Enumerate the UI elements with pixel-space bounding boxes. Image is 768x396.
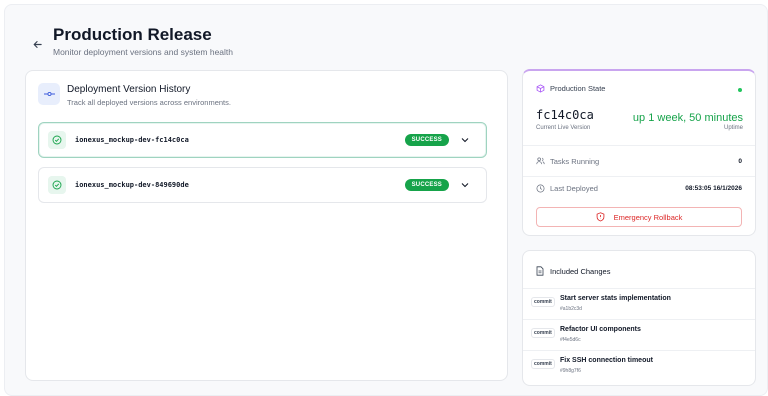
status-dot [738,88,742,92]
included-changes-header: Included Changes [536,266,610,276]
uptime-label: Uptime [723,125,743,131]
version-row[interactable]: ionexus_mockup-dev-fc14c0ca SUCCESS [38,122,487,158]
commit-tag: commit [531,297,555,307]
last-deployed-label: Last Deployed [550,183,598,193]
package-icon [536,84,545,93]
included-changes-title: Included Changes [550,266,611,276]
page-subtitle: Monitor deployment versions and system h… [53,47,234,57]
page: Production Release Monitor deployment ve… [4,4,768,396]
commit-graph-icon [38,83,60,105]
back-arrow-icon[interactable] [27,34,47,54]
last-deployed-value: 08:53:05 16/1/2026 [685,184,742,192]
version-name: ionexus_mockup-dev-fc14c0ca [75,136,189,144]
check-circle-icon [48,131,66,149]
commit-hash: #f4e5d6c [560,337,581,343]
file-icon [536,266,544,276]
rollback-label: Emergency Rollback [613,212,683,222]
production-state-card: Production State fc14c0ca Current Live V… [522,69,756,236]
commit-tag: commit [531,328,555,338]
status-badge: SUCCESS [404,134,449,146]
commit-message: Refactor UI components [560,326,641,333]
chevron-down-icon[interactable] [458,133,472,147]
uptime-value: up 1 week, 50 minutes [632,112,743,124]
chevron-down-icon[interactable] [458,178,472,192]
check-circle-icon [48,176,66,194]
tasks-label: Tasks Running [550,156,600,166]
commit-hash: #a1b2c3d [560,306,582,312]
page-title: Production Release [53,25,212,44]
divider [523,176,755,177]
list-item: commit Refactor UI components #f4e5d6c [523,319,755,350]
commit-message: Start server stats implementation [560,295,671,302]
last-deployed-row: Last Deployed 08:53:05 16/1/2026 [536,181,742,195]
shield-alert-icon [596,212,605,222]
list-item: commit Fix SSH connection timeout #9h8g7… [523,350,755,381]
included-changes-card: Included Changes commit Start server sta… [522,250,756,386]
users-icon [536,157,545,165]
history-subtitle: Track all deployed versions across envir… [67,98,231,107]
clock-icon [536,184,545,193]
version-name: ionexus_mockup-dev-849690de [75,181,189,189]
live-version-label: Current Live Version [536,125,591,131]
divider [523,145,755,146]
list-item: commit Start server stats implementation… [523,288,755,319]
tasks-running-row: Tasks Running 0 [536,154,742,168]
production-state-title: Production State [550,84,606,93]
commit-hash: #9h8g7f6 [560,368,581,374]
production-state-header: Production State [536,84,605,93]
tasks-value: 0 [738,157,742,165]
history-title: Deployment Version History [67,84,191,95]
commit-message: Fix SSH connection timeout [560,357,653,364]
version-row[interactable]: ionexus_mockup-dev-849690de SUCCESS [38,167,487,203]
commit-tag: commit [531,359,555,369]
deployment-history-card: Deployment Version History Track all dep… [25,70,508,381]
emergency-rollback-button[interactable]: Emergency Rollback [536,207,742,227]
live-version: fc14c0ca [536,108,594,122]
status-badge: SUCCESS [404,179,449,191]
